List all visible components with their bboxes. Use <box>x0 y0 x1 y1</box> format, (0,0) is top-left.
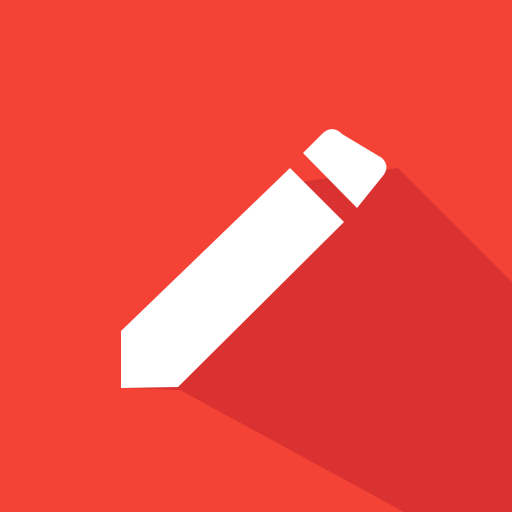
pencil-icon <box>121 129 512 512</box>
app-icon[interactable] <box>0 0 512 512</box>
